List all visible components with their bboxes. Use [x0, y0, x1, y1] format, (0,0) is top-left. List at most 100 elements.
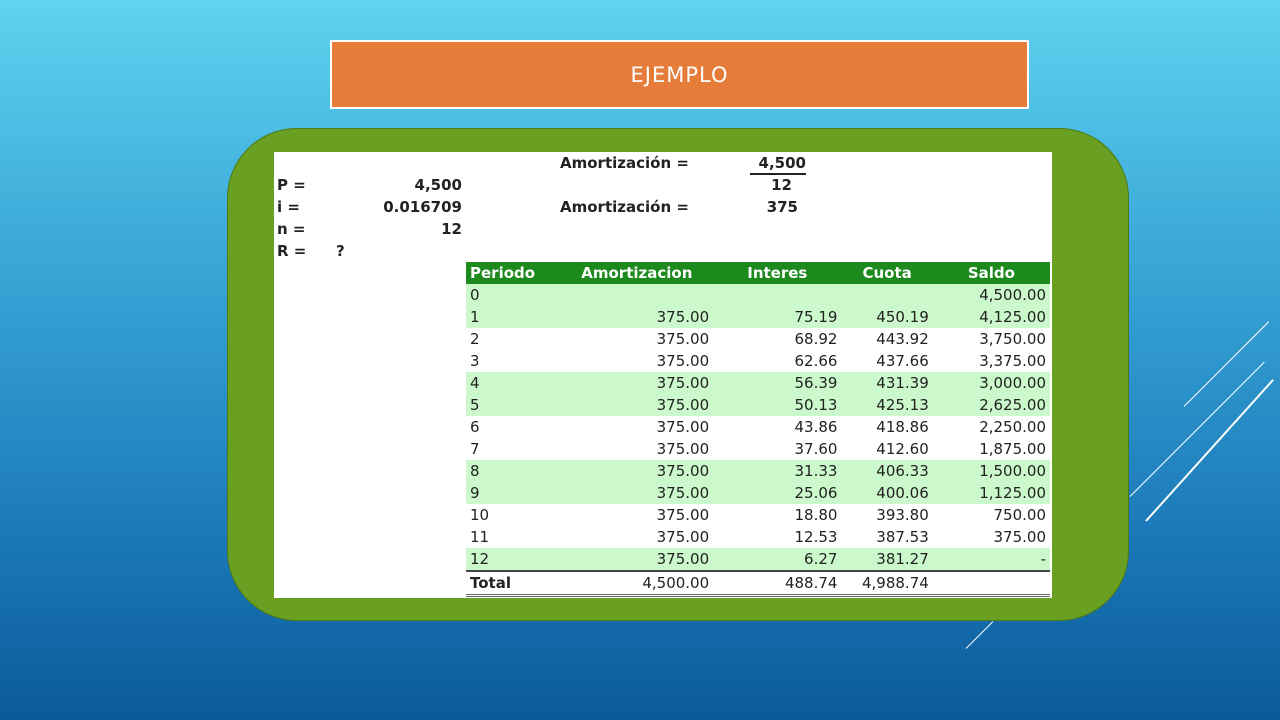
- formula-numerator: 4,500: [758, 154, 806, 172]
- input-value-i: 0.016709: [383, 198, 462, 216]
- cell-saldo: 1,125.00: [932, 482, 1050, 504]
- input-label-i: i =: [277, 198, 300, 216]
- cell-saldo: -: [932, 548, 1050, 571]
- table-row: 11 375.00 12.53 387.53 375.00: [466, 526, 1050, 548]
- cell-saldo: 4,500.00: [932, 284, 1050, 306]
- cell-interes: 12.53: [794, 528, 838, 546]
- cell-periodo: 8: [466, 460, 561, 482]
- total-interes: 488.74: [713, 570, 842, 597]
- cell-interes: [713, 284, 842, 306]
- cell-saldo: 3,750.00: [979, 330, 1046, 348]
- cell-saldo: 2,250.00: [979, 418, 1046, 436]
- header-periodo: Periodo: [466, 262, 561, 284]
- decorative-line: [1183, 321, 1270, 407]
- input-value-p: 4,500: [414, 176, 462, 194]
- cell-amortizacion: 375.00: [560, 394, 714, 416]
- cell-interes: 50.13: [713, 394, 842, 416]
- decorative-line: [1145, 379, 1274, 522]
- input-value-r: ?: [336, 242, 345, 260]
- formula-label-1: Amortización =: [560, 154, 689, 172]
- cell-cuota: [841, 284, 933, 306]
- total-amortizacion: 4,500.00: [560, 570, 714, 597]
- cell-amortizacion: 375.00: [656, 506, 710, 524]
- cell-cuota: 393.80: [876, 506, 929, 524]
- cell-cuota: 425.13: [841, 394, 933, 416]
- cell-cuota: 387.53: [876, 528, 929, 546]
- cell-saldo: 1,500.00: [932, 460, 1050, 482]
- cell-cuota: 437.66: [876, 352, 929, 370]
- cell-amortizacion: 375.00: [560, 482, 714, 504]
- cell-interes: 6.27: [713, 548, 842, 571]
- slide-title: EJEMPLO: [630, 62, 729, 87]
- cell-cuota: 443.92: [876, 330, 929, 348]
- cell-interes: 18.80: [794, 506, 838, 524]
- cell-saldo: 4,125.00: [932, 306, 1050, 328]
- header-saldo: Saldo: [932, 262, 1050, 284]
- cell-periodo: 2: [470, 330, 480, 348]
- cell-periodo: 6: [470, 418, 480, 436]
- cell-saldo: 375.00: [993, 528, 1047, 546]
- cell-amortizacion: 375.00: [560, 460, 714, 482]
- cell-saldo: 2,625.00: [932, 394, 1050, 416]
- header-interes: Interes: [713, 262, 842, 284]
- table-row: 6 375.00 43.86 418.86 2,250.00: [466, 416, 1050, 438]
- cell-amortizacion: [560, 284, 714, 306]
- decorative-line: [965, 621, 994, 649]
- table-row: 8 375.00 31.33 406.33 1,500.00: [466, 460, 1050, 482]
- table-row: 5 375.00 50.13 425.13 2,625.00: [466, 394, 1050, 416]
- cell-amortizacion: 375.00: [656, 440, 710, 458]
- cell-periodo: 9: [466, 482, 561, 504]
- fraction-bar: [750, 173, 806, 175]
- input-label-n: n =: [277, 220, 306, 238]
- cell-cuota: 400.06: [841, 482, 933, 504]
- spreadsheet-image: P = 4,500 i = 0.016709 n = 12 R = ? Amor…: [274, 152, 1052, 598]
- cell-interes: 62.66: [794, 352, 838, 370]
- cell-amortizacion: 375.00: [656, 528, 710, 546]
- table-row: 3 375.00 62.66 437.66 3,375.00: [466, 350, 1050, 372]
- table-total-row: Total 4,500.00 488.74 4,988.74: [466, 570, 1050, 597]
- table-row: 7 375.00 37.60 412.60 1,875.00: [466, 438, 1050, 460]
- cell-interes: 75.19: [713, 306, 842, 328]
- table-row: 12 375.00 6.27 381.27-: [466, 548, 1050, 571]
- cell-periodo: 10: [470, 506, 490, 524]
- cell-cuota: 450.19: [841, 306, 933, 328]
- cell-interes: 25.06: [713, 482, 842, 504]
- table-row: 2 375.00 68.92 443.92 3,750.00: [466, 328, 1050, 350]
- cell-saldo: 3,000.00: [932, 372, 1050, 394]
- input-label-r: R =: [277, 242, 307, 260]
- total-label: Total: [466, 570, 561, 597]
- cell-interes: 43.86: [794, 418, 838, 436]
- amortization-table: Periodo Amortizacion Interes Cuota Saldo…: [466, 262, 1050, 597]
- formula-denominator: 12: [771, 176, 792, 194]
- table-row: 1 375.00 75.19 450.19 4,125.00: [466, 306, 1050, 328]
- header-amortizacion: Amortizacion: [560, 262, 714, 284]
- input-value-n: 12: [441, 220, 462, 238]
- total-saldo: [932, 570, 1050, 597]
- cell-amortizacion: 375.00: [560, 306, 714, 328]
- table-row: 10 375.00 18.80 393.80 750.00: [466, 504, 1050, 526]
- formula-label-2: Amortización =: [560, 198, 689, 216]
- cell-amortizacion: 375.00: [560, 372, 714, 394]
- cell-periodo: 1: [466, 306, 561, 328]
- cell-periodo: 12: [466, 548, 561, 571]
- table-row: 4 375.00 56.39 431.39 3,000.00: [466, 372, 1050, 394]
- cell-saldo: 3,375.00: [979, 352, 1046, 370]
- input-label-p: P =: [277, 176, 306, 194]
- cell-cuota: 431.39: [841, 372, 933, 394]
- cell-amortizacion: 375.00: [656, 330, 710, 348]
- cell-periodo: 0: [466, 284, 561, 306]
- cell-saldo: 1,875.00: [979, 440, 1046, 458]
- cell-periodo: 11: [470, 528, 490, 546]
- cell-cuota: 381.27: [841, 548, 933, 571]
- cell-cuota: 412.60: [876, 440, 929, 458]
- cell-interes: 31.33: [713, 460, 842, 482]
- cell-periodo: 4: [466, 372, 561, 394]
- decorative-line: [1129, 361, 1265, 497]
- cell-saldo: 750.00: [993, 506, 1047, 524]
- cell-cuota: 406.33: [841, 460, 933, 482]
- table-row: 0 4,500.00: [466, 284, 1050, 306]
- cell-amortizacion: 375.00: [656, 418, 710, 436]
- formula-result: 375: [766, 198, 798, 216]
- header-cuota: Cuota: [841, 262, 933, 284]
- cell-periodo: 7: [470, 440, 480, 458]
